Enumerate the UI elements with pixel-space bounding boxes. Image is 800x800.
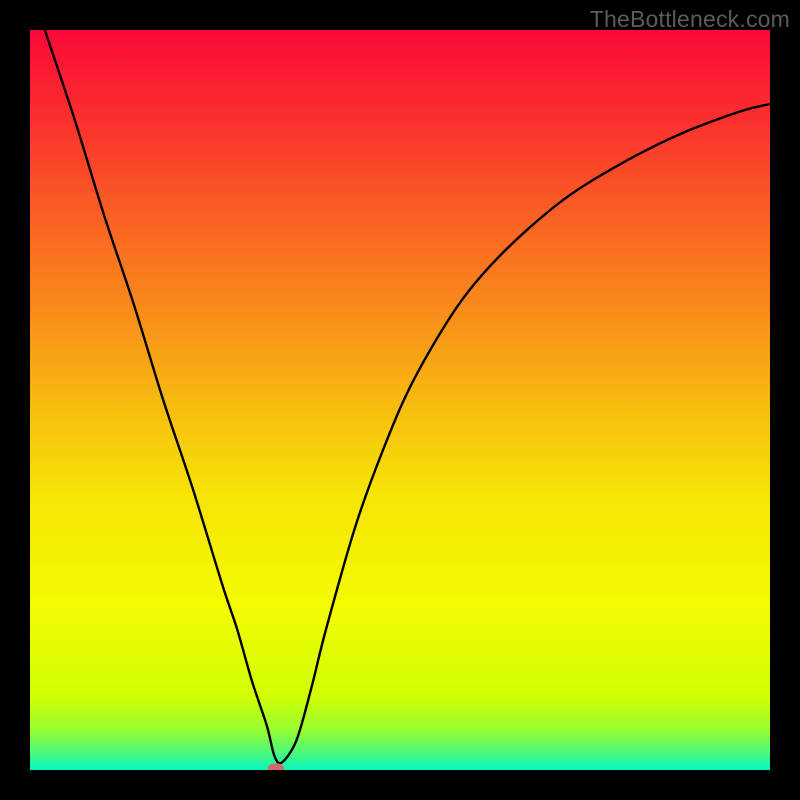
chart-plot-area — [30, 30, 770, 770]
chart-svg — [30, 30, 770, 770]
gradient-background — [30, 30, 770, 770]
valley-marker — [268, 763, 284, 770]
watermark-text: TheBottleneck.com — [590, 6, 790, 33]
